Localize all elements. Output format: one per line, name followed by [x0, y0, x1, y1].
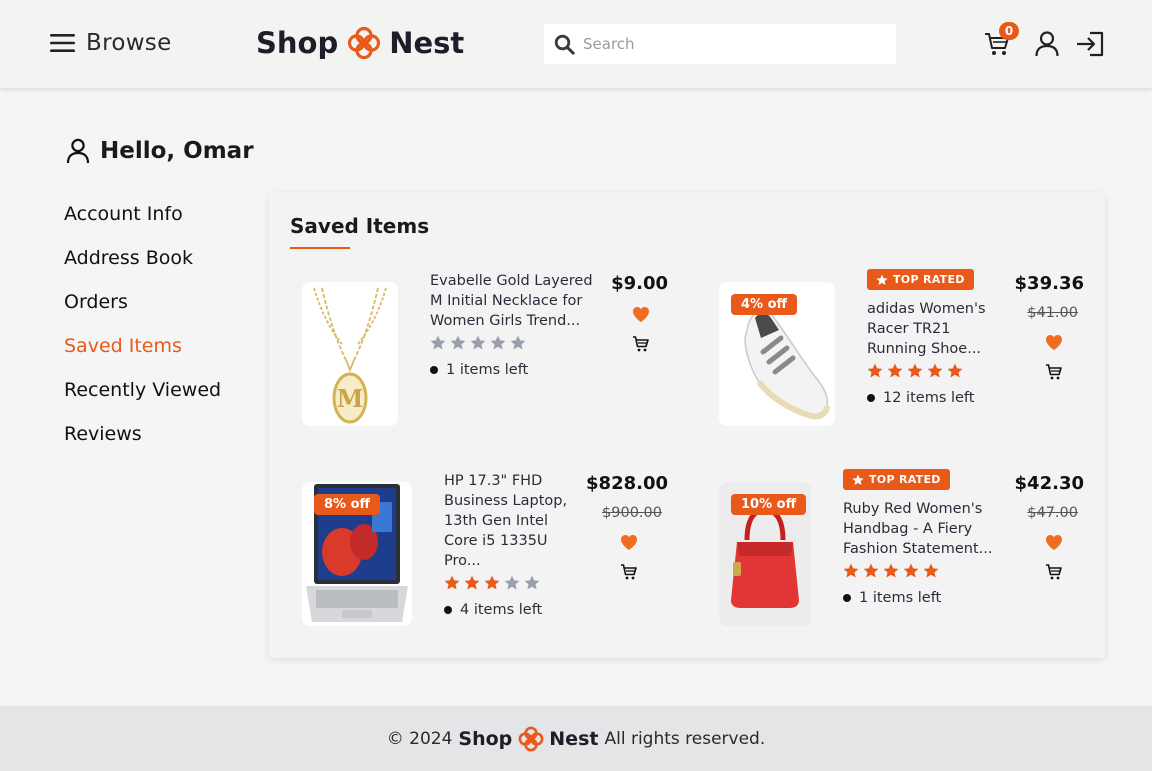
- sidebar-item-orders[interactable]: Orders: [64, 291, 128, 313]
- heart-icon: [633, 307, 649, 322]
- star-filled-icon: [843, 563, 859, 578]
- heart-icon: [621, 535, 637, 550]
- discount-badge: 4% off: [731, 294, 798, 315]
- sidebar-item-address-book[interactable]: Address Book: [64, 247, 193, 269]
- cart-icon: [1046, 364, 1062, 380]
- title-underline: [290, 247, 350, 249]
- browse-menu-button[interactable]: Browse: [50, 30, 172, 56]
- star-empty-icon: [490, 335, 506, 350]
- rating-stars: [430, 335, 526, 350]
- star-empty-icon: [504, 575, 520, 590]
- hamburger-menu-icon: [50, 34, 75, 52]
- sidebar-item-reviews[interactable]: Reviews: [64, 423, 142, 445]
- remove-favorite-button[interactable]: [632, 306, 650, 323]
- star-empty-icon: [510, 335, 526, 350]
- greeting-text: Hello, Omar: [100, 138, 254, 164]
- stock-status: 12 items left: [867, 390, 974, 406]
- star-filled-icon: [444, 575, 460, 590]
- remove-favorite-button[interactable]: [620, 534, 638, 551]
- stock-status: 4 items left: [444, 602, 542, 618]
- rating-stars: [867, 363, 963, 378]
- star-filled-icon: [923, 563, 939, 578]
- search-bar[interactable]: [544, 24, 896, 64]
- product-price: $9.00: [611, 273, 668, 294]
- logo-text-shop: Shop: [256, 26, 339, 60]
- discount-badge: 8% off: [314, 494, 381, 515]
- product-name[interactable]: HP 17.3" FHD Business Laptop, 13th Gen I…: [444, 471, 567, 571]
- top-rated-badge: TOP RATED: [867, 269, 974, 290]
- star-empty-icon: [524, 575, 540, 590]
- star-empty-icon: [470, 335, 486, 350]
- product-name[interactable]: adidas Women's Racer TR21 Running Shoe..…: [867, 299, 986, 359]
- add-to-cart-button[interactable]: [1045, 363, 1063, 381]
- product-price: $42.30: [1014, 473, 1084, 494]
- star-filled-icon: [947, 363, 963, 378]
- login-button[interactable]: [1075, 30, 1105, 62]
- star-filled-icon: [927, 363, 943, 378]
- product-price: $828.00: [586, 473, 668, 494]
- search-input[interactable]: [583, 35, 883, 53]
- star-filled-icon: [863, 563, 879, 578]
- remove-favorite-button[interactable]: [1045, 334, 1063, 351]
- copyright-text: © 2024: [386, 728, 453, 749]
- browse-label: Browse: [86, 30, 172, 56]
- star-empty-icon: [430, 335, 446, 350]
- panel-title: Saved Items: [290, 214, 430, 238]
- top-rated-badge: TOP RATED: [843, 469, 950, 490]
- user-icon: [1035, 31, 1059, 57]
- remove-favorite-button[interactable]: [1045, 534, 1063, 551]
- star-empty-icon: [450, 335, 466, 350]
- heart-icon: [1046, 335, 1062, 350]
- rating-stars: [843, 563, 939, 578]
- logo-flower-icon: [518, 726, 544, 752]
- page-footer: © 2024 Shop Nest All rights reserved.: [0, 706, 1152, 771]
- sidebar-item-account-info[interactable]: Account Info: [64, 203, 183, 225]
- greeting: Hello, Omar: [66, 138, 254, 164]
- sign-in-icon: [1077, 31, 1104, 57]
- svg-text:M: M: [337, 384, 364, 413]
- account-button[interactable]: [1034, 30, 1060, 62]
- discount-badge: 10% off: [731, 494, 807, 515]
- stock-status: 1 items left: [843, 590, 941, 606]
- add-to-cart-button[interactable]: [1045, 563, 1063, 581]
- search-icon: [554, 34, 575, 55]
- footer-logo[interactable]: Shop Nest: [458, 726, 598, 752]
- star-icon: [852, 474, 864, 485]
- cart-count-badge: 0: [999, 22, 1019, 40]
- star-filled-icon: [464, 575, 480, 590]
- cart-icon: [621, 564, 637, 580]
- star-filled-icon: [887, 363, 903, 378]
- product-price: $39.36: [1014, 273, 1084, 294]
- star-filled-icon: [484, 575, 500, 590]
- product-name[interactable]: Ruby Red Women's Handbag - A Fiery Fashi…: [843, 499, 992, 559]
- rights-text: All rights reserved.: [604, 728, 766, 749]
- star-icon: [876, 274, 888, 285]
- user-icon: [66, 138, 90, 164]
- heart-icon: [1046, 535, 1062, 550]
- product-image-necklace[interactable]: M: [302, 282, 398, 426]
- star-filled-icon: [867, 363, 883, 378]
- add-to-cart-button[interactable]: [632, 335, 650, 353]
- star-filled-icon: [883, 563, 899, 578]
- sidebar-item-recently-viewed[interactable]: Recently Viewed: [64, 379, 221, 401]
- top-header: Browse Shop Nest 0: [0, 0, 1152, 88]
- add-to-cart-button[interactable]: [620, 563, 638, 581]
- original-price: $47.00: [1027, 505, 1078, 521]
- original-price: $41.00: [1027, 305, 1078, 321]
- logo-flower-icon: [347, 26, 381, 60]
- original-price: $900.00: [602, 505, 662, 521]
- sidebar-item-saved-items[interactable]: Saved Items: [64, 335, 182, 357]
- logo-text-nest: Nest: [389, 26, 465, 60]
- cart-icon: [633, 336, 649, 352]
- star-filled-icon: [903, 563, 919, 578]
- product-name[interactable]: Evabelle Gold Layered M Initial Necklace…: [430, 271, 593, 331]
- rating-stars: [444, 575, 540, 590]
- stock-status: 1 items left: [430, 362, 528, 378]
- cart-icon: [1046, 564, 1062, 580]
- shopnest-logo[interactable]: Shop Nest: [256, 26, 464, 60]
- star-filled-icon: [907, 363, 923, 378]
